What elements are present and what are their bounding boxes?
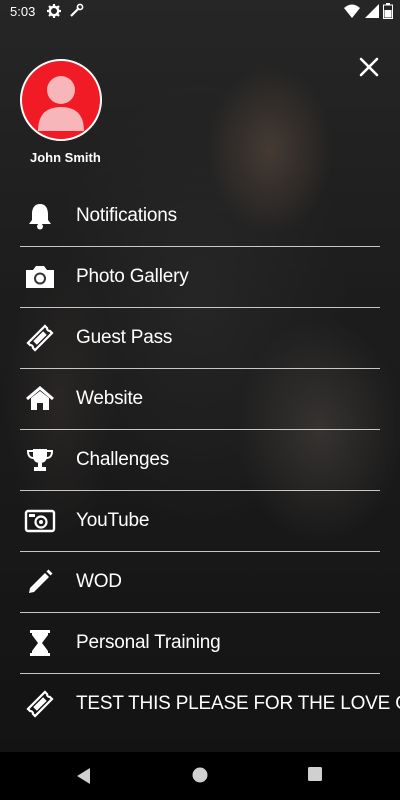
menu-item-youtube[interactable]: YouTube — [20, 491, 380, 552]
menu-item-label: Guest Pass — [76, 327, 173, 348]
menu-item-notifications[interactable]: Notifications — [20, 186, 380, 247]
home-circle-icon — [192, 767, 208, 783]
video-camera-icon — [24, 505, 56, 537]
gear-icon — [46, 3, 62, 19]
menu-item-label: Photo Gallery — [76, 266, 189, 287]
drawer-menu: Notifications Photo Gallery Guest Pass W… — [20, 186, 400, 734]
menu-item-label: Challenges — [76, 449, 170, 470]
app-screen: 5:03 John Smith Notifications Photo Gall… — [0, 0, 400, 800]
pencil-icon — [24, 566, 56, 598]
status-bar: 5:03 — [0, 0, 400, 24]
menu-item-label: Website — [76, 388, 143, 409]
ticket-icon — [24, 688, 56, 720]
trophy-icon — [24, 444, 56, 476]
recents-icon — [308, 767, 322, 781]
hourglass-icon — [24, 627, 56, 659]
status-time: 5:03 — [10, 4, 36, 19]
close-icon — [359, 57, 379, 77]
close-drawer-button[interactable] — [354, 52, 384, 82]
menu-item-test[interactable]: TEST THIS PLEASE FOR THE LOVE OF GOD — [20, 674, 400, 734]
user-name: John Smith — [30, 150, 101, 165]
bell-icon — [24, 200, 56, 232]
menu-item-personal-training[interactable]: Personal Training — [20, 613, 380, 674]
menu-item-wod[interactable]: WOD — [20, 552, 380, 613]
menu-item-label: Notifications — [76, 205, 177, 226]
home-button[interactable] — [191, 766, 211, 786]
system-nav-bar — [0, 752, 400, 800]
ticket-icon — [24, 322, 56, 354]
menu-item-photo-gallery[interactable]: Photo Gallery — [20, 247, 380, 308]
battery-icon — [383, 3, 393, 19]
menu-item-guest-pass[interactable]: Guest Pass — [20, 308, 380, 369]
menu-item-label: YouTube — [76, 510, 150, 531]
avatar[interactable] — [20, 59, 102, 141]
signal-icon — [364, 3, 380, 19]
wrench-icon — [68, 3, 84, 19]
menu-item-label: WOD — [76, 571, 122, 592]
user-silhouette-icon — [38, 76, 84, 131]
wifi-icon — [344, 3, 360, 19]
home-icon — [24, 383, 56, 415]
menu-item-website[interactable]: Website — [20, 369, 380, 430]
recents-button[interactable] — [307, 766, 327, 786]
menu-item-challenges[interactable]: Challenges — [20, 430, 380, 491]
camera-icon — [24, 261, 56, 293]
back-button[interactable] — [74, 766, 94, 786]
back-icon — [77, 768, 90, 784]
menu-item-label: Personal Training — [76, 632, 221, 653]
menu-item-label: TEST THIS PLEASE FOR THE LOVE OF GOD — [76, 693, 400, 714]
